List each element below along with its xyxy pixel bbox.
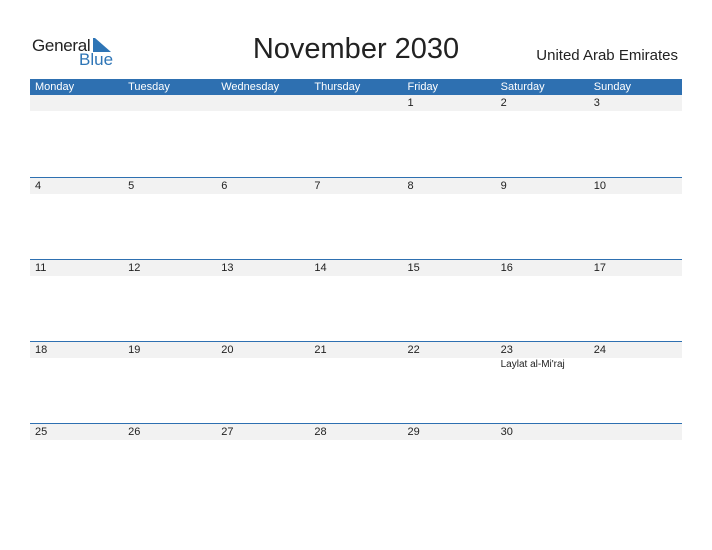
day-number: 3: [593, 97, 600, 109]
day-number: 9: [500, 180, 507, 192]
day-number: [216, 95, 309, 111]
country-name: United Arab Emirates: [536, 47, 678, 64]
day-number: 8: [407, 180, 414, 192]
day-number: 13: [221, 262, 234, 274]
day-number: 16: [500, 262, 513, 274]
day-number: 12: [128, 262, 141, 274]
day-number: 30: [500, 426, 513, 438]
day-number: 22: [407, 344, 420, 356]
day-number: 26: [128, 426, 141, 438]
day-number: 11: [35, 262, 47, 274]
weekday-label: Thursday: [314, 81, 361, 93]
day-number: 4: [35, 180, 42, 192]
day-number: 1: [407, 97, 414, 109]
week-row: 18 19 20 21 22 23 24 Laylat al-Mi'raj: [30, 341, 682, 423]
day-number: 21: [314, 344, 327, 356]
week-row: 1 2 3: [30, 95, 682, 177]
day-number: 25: [35, 426, 48, 438]
day-number: 20: [221, 344, 234, 356]
day-number: 19: [128, 344, 141, 356]
week-row: 4 5 6 7 8 9 10: [30, 177, 682, 259]
holiday-label: [403, 358, 496, 372]
day-number: 29: [407, 426, 420, 438]
weekday-label: Tuesday: [128, 81, 170, 93]
week-row: 25 26 27 28 29 30: [30, 423, 682, 505]
day-number-row: 25 26 27 28 29 30: [30, 424, 682, 440]
day-number: 23: [500, 344, 513, 356]
weekday-label: Saturday: [500, 81, 545, 93]
holiday-row: Laylat al-Mi'raj: [30, 358, 682, 372]
day-number: 27: [221, 426, 234, 438]
day-number-row: 1 2 3: [30, 95, 682, 111]
day-number: [309, 95, 402, 111]
day-number: 2: [500, 97, 507, 109]
day-number: 24: [593, 344, 606, 356]
holiday-label: [309, 358, 402, 372]
day-number: [30, 95, 123, 111]
day-number: 18: [35, 344, 48, 356]
day-number-row: 18 19 20 21 22 23 24: [30, 342, 682, 358]
holiday-label: [589, 358, 682, 372]
day-number: 14: [314, 262, 327, 274]
weekday-label: Friday: [407, 81, 439, 93]
day-number-row: 11 12 13 14 15 16 17: [30, 260, 682, 276]
day-number: 15: [407, 262, 420, 274]
day-number: 28: [314, 426, 327, 438]
day-number: [589, 424, 682, 440]
weekday-label: Sunday: [593, 81, 632, 93]
holiday-label: [216, 358, 309, 372]
holiday-label: Laylat al-Mi'raj: [500, 359, 565, 370]
weekday-label: Monday: [35, 81, 75, 93]
day-number: 5: [128, 180, 135, 192]
calendar-grid: Monday Tuesday Wednesday Thursday Friday…: [30, 79, 682, 505]
weekday-header: Monday Tuesday Wednesday Thursday Friday…: [30, 79, 682, 95]
day-number: 17: [593, 262, 606, 274]
day-number: 6: [221, 180, 228, 192]
day-number: [123, 95, 216, 111]
weekday-label: Wednesday: [221, 81, 280, 93]
day-number: 7: [314, 180, 321, 192]
holiday-label: [30, 358, 123, 372]
week-row: 11 12 13 14 15 16 17: [30, 259, 682, 341]
day-number: 10: [593, 180, 606, 192]
holiday-label: [123, 358, 216, 372]
day-number-row: 4 5 6 7 8 9 10: [30, 178, 682, 194]
